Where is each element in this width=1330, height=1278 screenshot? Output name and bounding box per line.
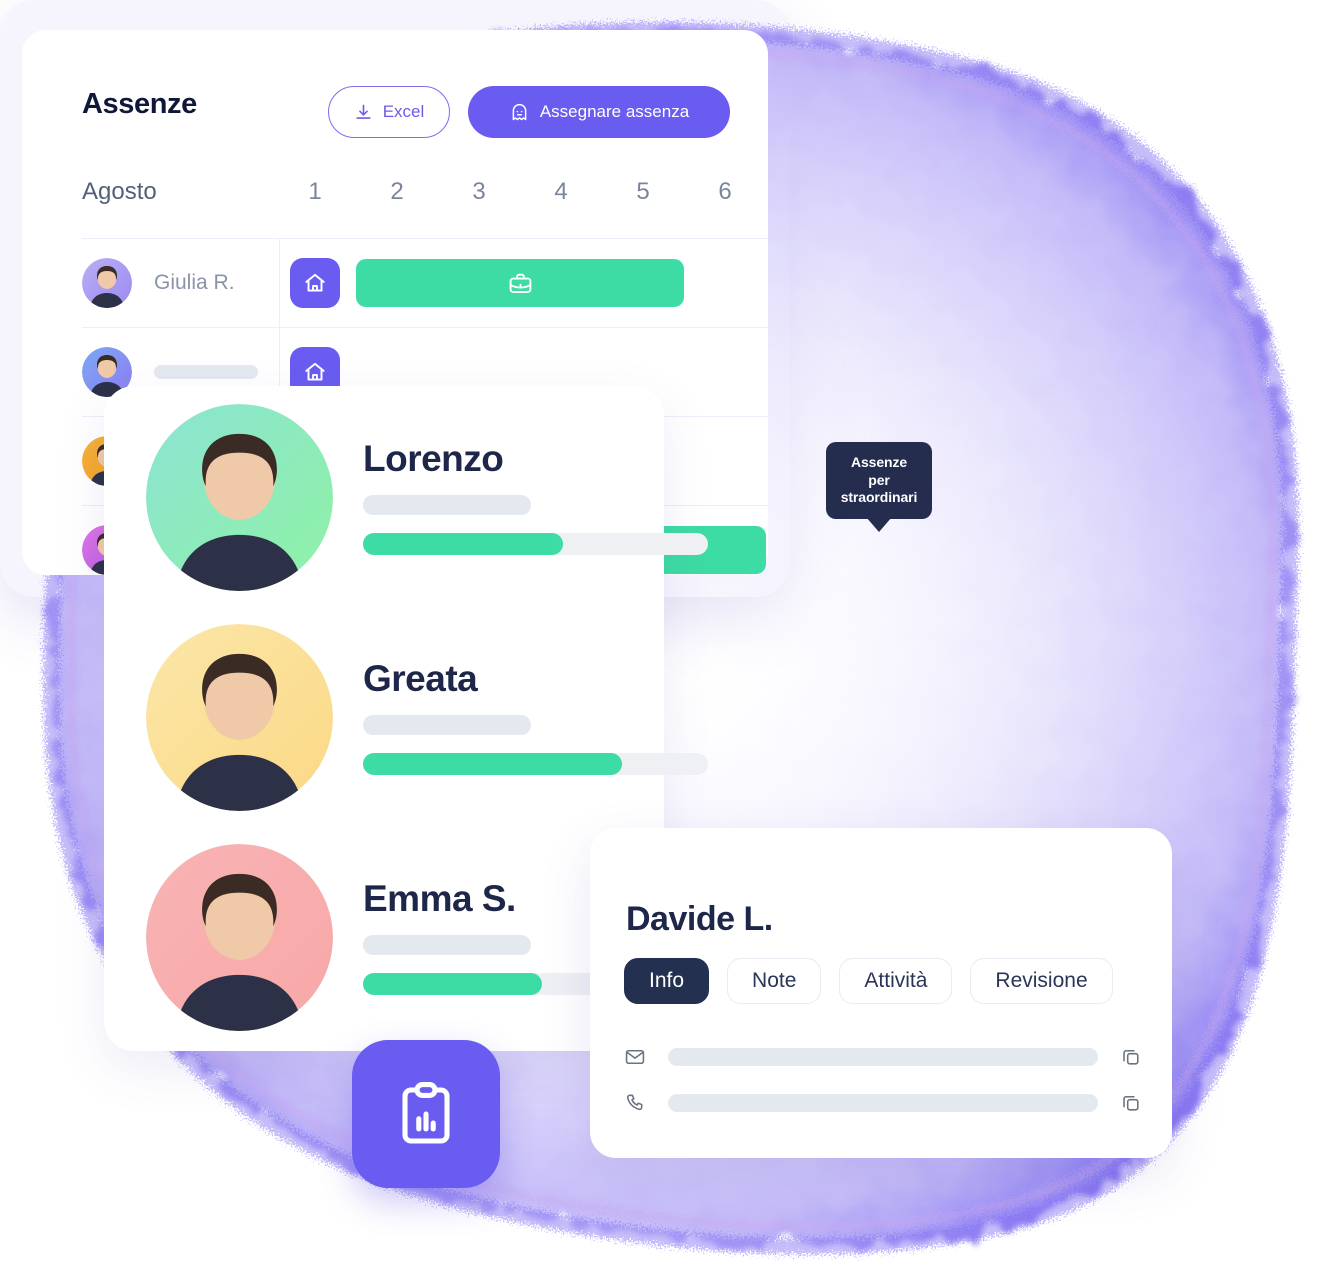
contact-value-placeholder [668, 1094, 1098, 1112]
tab-info[interactable]: Info [624, 958, 710, 1004]
day-column-5: 5 [636, 178, 650, 205]
briefcase-icon [507, 270, 534, 297]
person-progress-fill [363, 533, 564, 555]
page-title: Assenze [82, 88, 197, 120]
day-column-4: 4 [554, 178, 568, 205]
assign-absence-button[interactable]: Assegnare assenza [468, 86, 730, 138]
row-employee-name: Giulia R. [154, 271, 235, 294]
tab-attivit[interactable]: Attività [839, 958, 953, 1004]
avatar [146, 404, 333, 591]
person-name: Greata [363, 658, 478, 699]
home-icon [302, 270, 328, 296]
contact-value-placeholder [668, 1048, 1098, 1066]
assign-absence-label: Assegnare assenza [539, 102, 690, 121]
calendar-header: Agosto 1 2 3 4 5 6 [82, 178, 732, 228]
export-excel-label: Excel [382, 102, 425, 121]
contact-row [624, 1046, 1142, 1068]
person-meta: Lorenzo [363, 440, 708, 555]
person-subtitle-placeholder [363, 715, 531, 735]
person-meta: Greata [363, 660, 708, 775]
person-progress-track [363, 533, 708, 555]
avatar [146, 844, 333, 1031]
person-progress-fill [363, 973, 543, 995]
person-list-item[interactable]: Lorenzo [146, 404, 708, 591]
day-column-1: 1 [308, 178, 322, 205]
home-icon [302, 359, 328, 385]
contact-row [624, 1092, 1142, 1114]
tab-note[interactable]: Note [727, 958, 822, 1004]
download-icon [354, 103, 373, 122]
tooltip-line-1: Assenze per [850, 454, 908, 488]
person-subtitle-placeholder [363, 935, 531, 955]
copy-icon[interactable] [1120, 1046, 1142, 1068]
people-list-card: Lorenzo Greata Emma S. [104, 386, 708, 1051]
day-column-2: 2 [390, 178, 404, 205]
row-employee-cell: Giulia R. [82, 239, 280, 327]
employee-detail-card: Davide L. Info Note Attività Revisione [590, 828, 1172, 1158]
tooltip-absences-overtime: Assenze per straordinari [826, 442, 932, 519]
person-list-item[interactable]: Greata [146, 624, 708, 811]
month-label: Agosto [82, 178, 157, 205]
person-progress-fill [363, 753, 622, 775]
row-timeline [280, 239, 768, 327]
absence-bar-work[interactable] [356, 259, 684, 307]
day-column-3: 3 [472, 178, 486, 205]
tab-revisione[interactable]: Revisione [970, 958, 1113, 1004]
person-progress-track [363, 753, 708, 775]
mail-icon [624, 1046, 646, 1068]
copy-icon[interactable] [1120, 1092, 1142, 1114]
ghost-avatar-icon [509, 102, 530, 123]
clipboard-chart-icon [390, 1078, 462, 1150]
person-name: Lorenzo [363, 438, 504, 479]
absence-header: Assenze Excel Assegnare assenza [82, 86, 730, 142]
avatar [146, 624, 333, 811]
day-column-6: 6 [718, 178, 732, 205]
detail-tabs: Info Note Attività Revisione [624, 958, 1113, 1004]
export-excel-button[interactable]: Excel [328, 86, 450, 138]
phone-icon [624, 1092, 646, 1114]
employee-name: Davide L. [626, 900, 773, 938]
home-office-chip[interactable] [290, 258, 340, 308]
table-row[interactable]: Giulia R. [82, 238, 768, 327]
avatar [82, 258, 132, 308]
tooltip-line-2: straordinari [840, 489, 918, 505]
person-subtitle-placeholder [363, 495, 531, 515]
row-name-placeholder [154, 365, 258, 379]
reports-clipboard-button[interactable] [352, 1040, 500, 1188]
